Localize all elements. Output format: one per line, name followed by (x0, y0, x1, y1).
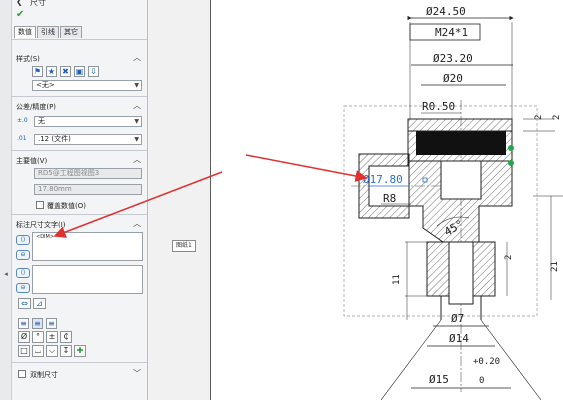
dim-text-link2-icon[interactable]: ⊖ (16, 283, 30, 293)
dim-d17-80[interactable]: Ø17.80 (363, 173, 403, 186)
tab-leader[interactable]: 引线 (37, 26, 59, 38)
style-add-icon[interactable]: ★ (46, 66, 57, 77)
dim-tol-lower[interactable]: 0 (479, 376, 484, 386)
panel-header: ❮ 尺寸 (12, 0, 147, 10)
dim-11[interactable]: 11 (392, 274, 402, 285)
override-value-checkbox[interactable] (36, 201, 44, 209)
dim-m24[interactable]: M24*1 (435, 26, 468, 39)
panel-title: 尺寸 (30, 0, 46, 7)
tab-other[interactable]: 其它 (60, 26, 82, 38)
dim-text-section-title: 标注尺寸文字(I) (16, 221, 66, 229)
dim-21[interactable]: 21 (550, 261, 560, 272)
dimension-name-field: RD5@工程图视图3 (34, 168, 142, 179)
dim-2-right[interactable]: 2 (552, 115, 562, 120)
sheet-tooltip: 图纸1 (172, 240, 196, 252)
degree-symbol-button[interactable]: ° (32, 331, 44, 343)
style-save-icon[interactable]: ▣ (74, 66, 85, 77)
counterbore-symbol-button[interactable]: ⌴ (32, 345, 44, 357)
thread-region (416, 131, 506, 155)
divider (12, 362, 147, 363)
collapse-caret-icon[interactable]: ︿ (133, 100, 141, 111)
style-select[interactable]: <无> ▼ (32, 80, 142, 91)
dim-d14[interactable]: Ø14 (449, 332, 469, 345)
dual-dimension-label: 双制尺寸 (30, 371, 58, 379)
style-select-value: <无> (36, 81, 55, 89)
tolerance-type-value: 无 (38, 117, 45, 125)
tolerance-type-select[interactable]: 无 ▼ (34, 116, 142, 127)
dim-d15[interactable]: Ø15 (429, 373, 449, 386)
dual-dimension-checkbox[interactable] (18, 370, 26, 378)
dim-text-top-icon[interactable]: ⟨⟩ (16, 235, 30, 245)
left-edge-strip: ◂ (0, 0, 12, 400)
primary-value-section-title: 主要值(V) (16, 157, 48, 165)
countersink-symbol-button[interactable]: ⌵ (46, 345, 58, 357)
dim-d20[interactable]: Ø20 (443, 72, 463, 85)
drawing-svg: Ø24.50 M24*1 Ø23.20 Ø20 R0.50 Ø17.80 R8 … (343, 5, 563, 400)
dim-d23-20[interactable]: Ø23.20 (433, 52, 473, 65)
dim-text-content: <DIM> (36, 234, 55, 240)
grip-handle[interactable] (508, 145, 514, 151)
style-apply-icon[interactable]: ⚑ (32, 66, 43, 77)
leader-style-icon[interactable]: ⊿ (33, 298, 46, 309)
inner-bore (440, 160, 482, 200)
ok-check-icon[interactable]: ✔ (16, 9, 24, 20)
style-section-title: 样式(S) (16, 55, 40, 63)
centerline-symbol-button[interactable]: ₵ (60, 331, 72, 343)
override-value-label: 覆盖数值(O) (47, 202, 86, 210)
dimension-value: 17.80mm (38, 185, 72, 193)
dim-2-stem[interactable]: 2 (504, 255, 514, 260)
precision-select[interactable]: .12 (文件) ▼ (34, 134, 142, 145)
chevron-down-icon: ▼ (134, 118, 139, 125)
flip-horizontal-icon[interactable]: ⇔ (18, 298, 31, 309)
collapse-caret-icon[interactable]: ︿ (133, 52, 141, 63)
divider (12, 150, 147, 151)
divider (12, 96, 147, 97)
align-right-icon[interactable]: ≡ (46, 318, 57, 329)
depth-symbol-button[interactable]: ↧ (60, 345, 72, 357)
tolerance-section-title: 公差/精度(P) (16, 103, 57, 111)
dimension-name-value: RD5@工程图视图3 (38, 169, 100, 177)
collapse-caret-icon[interactable]: ︿ (133, 154, 141, 165)
divider (12, 214, 147, 215)
tab-bar: 数值 引线 其它 (14, 26, 83, 38)
sheet-tooltip-label: 图纸1 (176, 242, 192, 249)
dim-tol-upper[interactable]: +0.20 (473, 357, 500, 367)
dimension-value-field: 17.80mm (34, 184, 142, 195)
dim-d7[interactable]: Ø7 (451, 312, 464, 325)
align-left-icon[interactable]: ≡ (18, 318, 29, 329)
tab-value[interactable]: 数值 (14, 26, 36, 38)
chevron-down-icon: ▼ (134, 136, 139, 143)
square-symbol-button[interactable]: □ (18, 345, 30, 357)
collapse-caret-icon[interactable]: ︿ (133, 218, 141, 229)
dim-text-bottom-icon[interactable]: ⟨⟩ (16, 268, 30, 278)
graphics-margin (148, 0, 211, 400)
tolerance-type-icon: ±.0 (17, 117, 28, 124)
dim-r0-50[interactable]: R0.50 (422, 100, 455, 113)
chevron-down-icon: ▼ (134, 82, 139, 89)
edge-marker: ◂ (2, 270, 10, 278)
expand-caret-icon[interactable]: ﹀ (133, 368, 141, 379)
dim-text-link-icon[interactable]: ⊖ (16, 250, 30, 260)
dim-d24-50[interactable]: Ø24.50 (426, 5, 466, 18)
plusminus-symbol-button[interactable]: ± (46, 331, 58, 343)
precision-icon: .01 (17, 135, 27, 142)
stem-bore (448, 241, 474, 305)
back-arrow-icon[interactable]: ❮ (16, 0, 23, 6)
property-manager-panel: ❮ 尺寸 ✔ 数值 引线 其它 样式(S) ︿ ⚑ ★ ✖ ▣ ⇩ <无> ▼ … (12, 0, 148, 400)
divider (12, 39, 147, 40)
style-delete-icon[interactable]: ✖ (60, 66, 71, 77)
style-load-icon[interactable]: ⇩ (88, 66, 99, 77)
dim-r8[interactable]: R8 (383, 192, 396, 205)
align-center-icon[interactable]: ≡ (32, 318, 43, 329)
dim-text-upper-box[interactable]: <DIM> (32, 232, 143, 261)
diameter-symbol-button[interactable]: Ø (18, 331, 30, 343)
dim-text-lower-box[interactable] (32, 265, 143, 294)
drawing-canvas[interactable]: Ø24.50 M24*1 Ø23.20 Ø20 R0.50 Ø17.80 R8 … (211, 0, 563, 400)
precision-value: .12 (文件) (38, 135, 71, 143)
more-symbols-button[interactable]: ✚ (74, 345, 86, 357)
grip-handle[interactable] (508, 160, 514, 166)
